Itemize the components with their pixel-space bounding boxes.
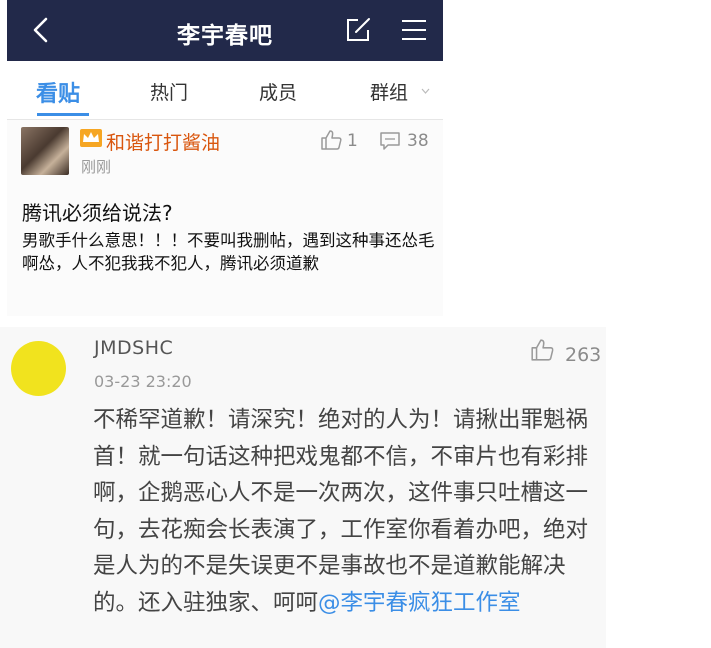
tab-bar: 看贴 热门 成员 群组 (7, 61, 443, 120)
tieba-post-screenshot: 李宇春吧 看贴 热门 成员 群组 和谐打打酱油 刚刚 1 38 腾讯必须给说法?… (7, 0, 443, 316)
comment-username[interactable]: JMDSHC (94, 337, 173, 359)
post-time: 刚刚 (81, 158, 112, 176)
comment-text: 不稀罕道歉！请深究！绝对的人为！请揪出罪魁祸首！就一句话这种把戏鬼都不信，不审片… (93, 407, 589, 616)
edit-icon[interactable] (345, 17, 371, 43)
tab-groups[interactable]: 群组 (370, 78, 408, 105)
header-bar: 李宇春吧 (7, 0, 443, 61)
comment-icon[interactable] (379, 131, 401, 151)
thumbs-up-icon[interactable] (320, 129, 342, 151)
thumbs-up-icon[interactable] (530, 338, 554, 362)
avatar[interactable] (11, 341, 66, 396)
tab-posts[interactable]: 看贴 (36, 76, 80, 108)
menu-icon[interactable] (400, 18, 428, 42)
post-username[interactable]: 和谐打打酱油 (106, 128, 220, 155)
crown-badge-icon (80, 129, 102, 147)
post-comment-count: 38 (407, 131, 429, 151)
comment-like-count: 263 (565, 344, 602, 366)
comment-time: 03-23 23:20 (94, 372, 192, 391)
avatar[interactable] (21, 127, 69, 175)
tab-members[interactable]: 成员 (259, 78, 297, 105)
active-tab-indicator (37, 113, 89, 116)
chevron-down-icon[interactable] (421, 88, 430, 94)
comment-body: 不稀罕道歉！请深究！绝对的人为！请揪出罪魁祸首！就一句话这种把戏鬼都不信，不审片… (93, 402, 593, 621)
mention-link[interactable]: @李宇春疯狂工作室 (318, 590, 521, 616)
tab-hot[interactable]: 热门 (150, 78, 188, 105)
post-like-count: 1 (347, 131, 358, 151)
post-title[interactable]: 腾讯必须给说法? (22, 197, 173, 226)
forum-title: 李宇春吧 (177, 23, 273, 49)
post-body: 男歌手什么意思！！！不要叫我删帖，遇到这种事还怂毛啊怂，人不犯我我不犯人，腾讯必… (22, 231, 435, 273)
